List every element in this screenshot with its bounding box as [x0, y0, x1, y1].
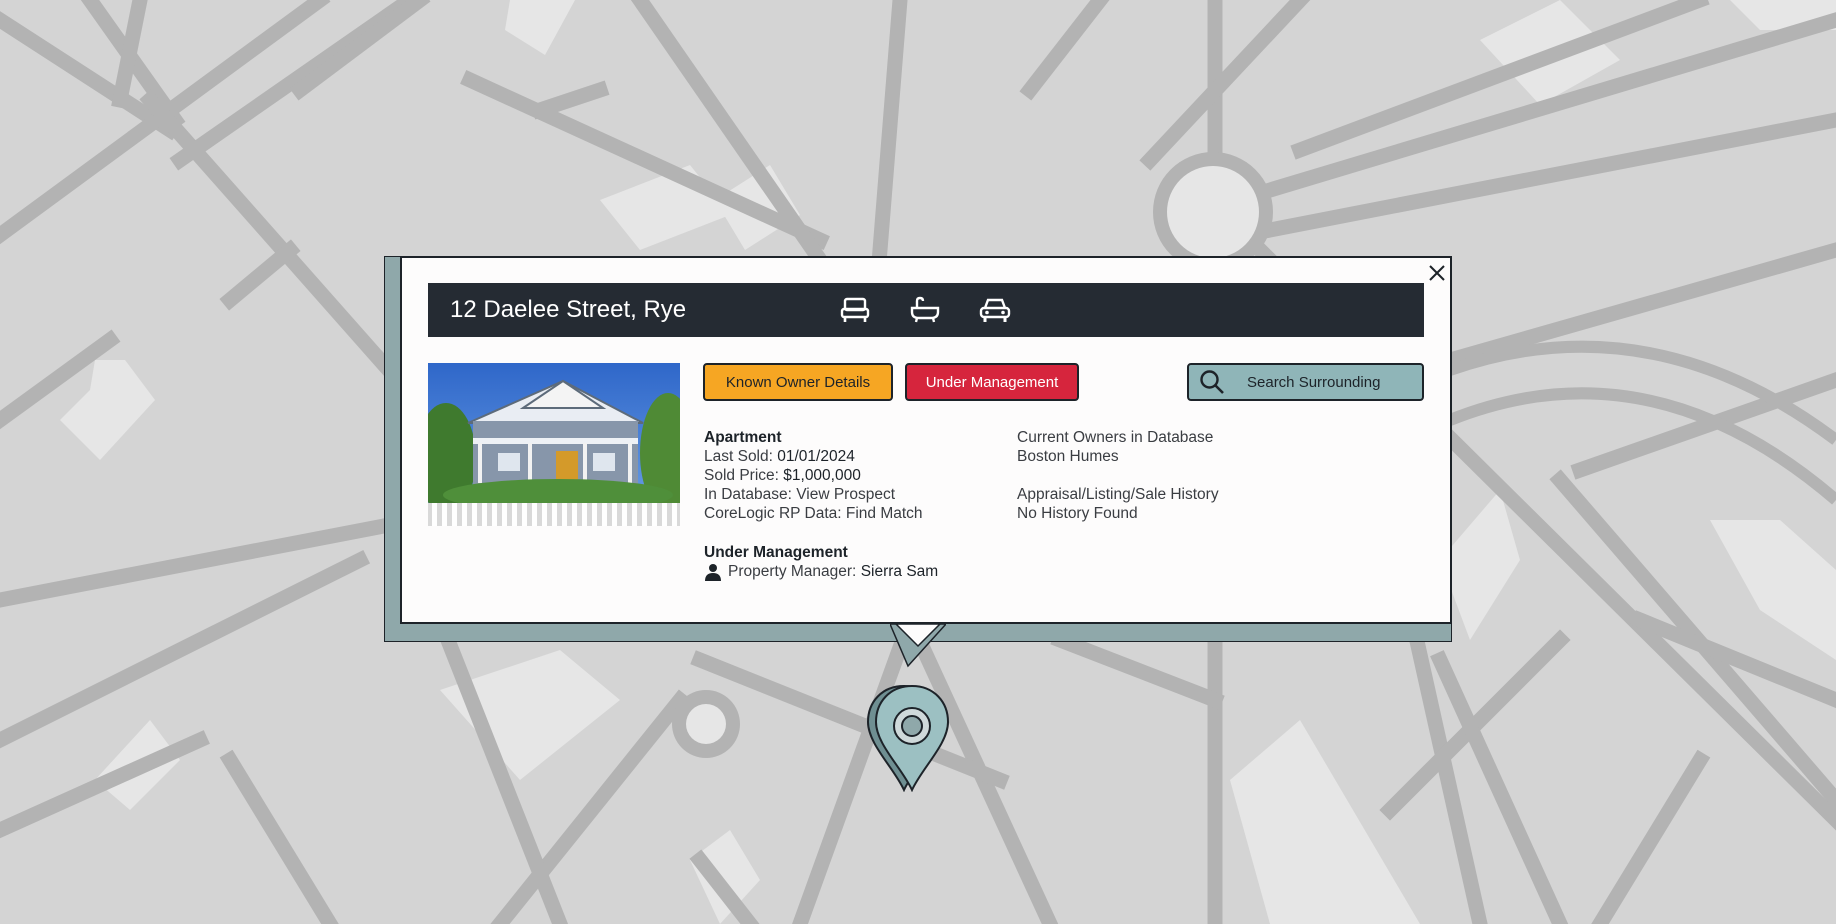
- find-match-link[interactable]: Find Match: [846, 505, 923, 522]
- search-icon: [1199, 369, 1225, 395]
- last-sold-row: Last Sold: 01/01/2024: [704, 448, 855, 465]
- car-icon: [978, 294, 1012, 326]
- bath-icon: [908, 294, 942, 326]
- sold-price-value: $1,000,000: [783, 467, 861, 484]
- known-owner-details-button[interactable]: Known Owner Details: [703, 363, 893, 401]
- property-photo: [428, 363, 680, 526]
- search-surrounding-label: Search Surrounding: [1247, 373, 1381, 391]
- owners-section: Current Owners in Database Boston Humes: [1017, 428, 1213, 466]
- view-prospect-link[interactable]: View Prospect: [796, 486, 895, 503]
- property-manager-row: Property Manager: Sierra Sam: [704, 562, 938, 581]
- history-section: Appraisal/Listing/Sale History No Histor…: [1017, 485, 1219, 523]
- manager-name: Sierra Sam: [860, 563, 939, 580]
- close-icon: [1429, 265, 1445, 281]
- owner-name: Boston Humes: [1017, 448, 1119, 465]
- close-button[interactable]: [1424, 260, 1450, 286]
- in-database-row: In Database: View Prospect: [704, 486, 896, 503]
- property-address: 12 Daelee Street, Rye: [450, 296, 687, 323]
- property-details: Apartment Last Sold: 01/01/2024 Sold Pri…: [704, 428, 923, 523]
- person-icon: [704, 563, 722, 581]
- sold-price-row: Sold Price: $1,000,000: [704, 467, 861, 484]
- history-heading: Appraisal/Listing/Sale History: [1017, 486, 1219, 503]
- under-management-button[interactable]: Under Management: [905, 363, 1079, 401]
- search-surrounding-button[interactable]: Search Surrounding: [1187, 363, 1424, 401]
- corelogic-row: CoreLogic RP Data: Find Match: [704, 505, 923, 522]
- property-header: 12 Daelee Street, Rye: [428, 283, 1424, 337]
- history-value: No History Found: [1017, 505, 1138, 522]
- last-sold-value: 01/01/2024: [777, 448, 855, 465]
- management-section: Under Management Property Manager: Sierr…: [704, 543, 938, 581]
- map-pin-icon[interactable]: [864, 682, 954, 792]
- bed-icon: [838, 294, 872, 326]
- property-type: Apartment: [704, 429, 782, 446]
- owners-heading: Current Owners in Database: [1017, 429, 1214, 446]
- management-heading: Under Management: [704, 544, 848, 561]
- popup-pointer: [890, 624, 946, 668]
